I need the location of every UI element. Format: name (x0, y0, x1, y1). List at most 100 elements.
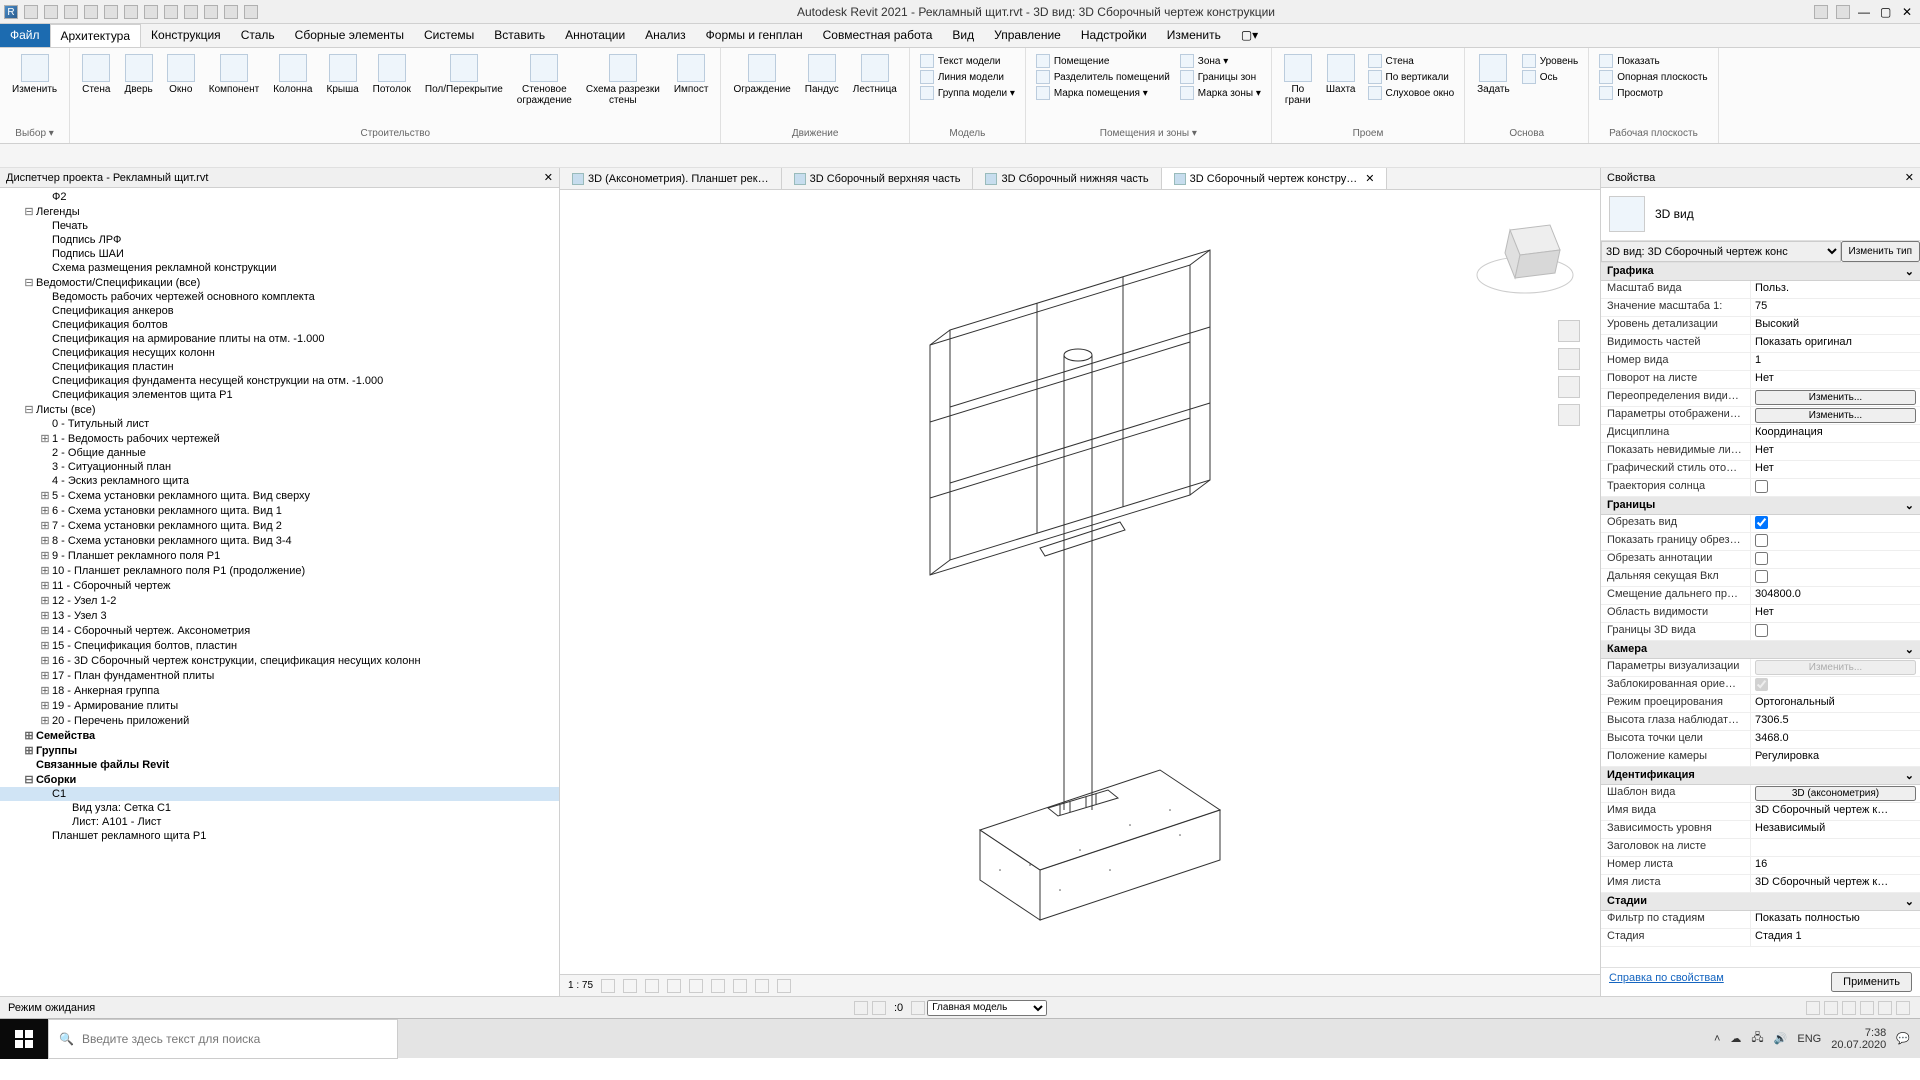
tree-item[interactable]: ⊞10 - Планшет рекламного поля Р1 (продол… (0, 563, 559, 578)
prop-edit-button[interactable]: Изменить... (1755, 390, 1916, 405)
tree-item[interactable]: ⊞14 - Сборочный чертеж. Аксонометрия (0, 623, 559, 638)
prop-edit-button[interactable]: 3D (аксонометрия) (1755, 786, 1916, 801)
nav-zoom-icon[interactable] (1558, 376, 1580, 398)
ribbon-cgrid-button[interactable]: Схема разрезкистены (580, 52, 666, 126)
tree-item[interactable]: Спецификация несущих колонн (0, 346, 559, 360)
ribbon-stair-button[interactable]: Лестница (847, 52, 903, 126)
tray-lang[interactable]: ENG (1797, 1033, 1821, 1045)
tab-architecture[interactable]: Архитектура (50, 24, 142, 47)
tray-network-icon[interactable]: 🖧 (1751, 1029, 1763, 1048)
ribbon-floor-button[interactable]: Пол/Перекрытие (419, 52, 509, 126)
prop-value[interactable]: 3468.0 (1755, 732, 1789, 744)
expand-icon[interactable]: ⊞ (40, 504, 50, 517)
expand-icon[interactable]: ⊞ (40, 699, 50, 712)
tree-item[interactable]: ⊞17 - План фундаментной плиты (0, 668, 559, 683)
view-scale[interactable]: 1 : 75 (568, 980, 593, 991)
status-ic7[interactable] (1860, 1001, 1874, 1015)
tree-item[interactable]: Планшет рекламного щита Р1 (0, 829, 559, 843)
tree-item[interactable]: ⊞11 - Сборочный чертеж (0, 578, 559, 593)
tree-item[interactable]: 3 - Ситуационный план (0, 460, 559, 474)
tree-item[interactable]: Ф2 (0, 190, 559, 204)
expand-icon[interactable]: ⊞ (40, 432, 50, 445)
ribbon-zbound-button[interactable]: Границы зон (1180, 70, 1261, 84)
tree-item[interactable]: Спецификация пластин (0, 360, 559, 374)
tree-item[interactable]: ⊞1 - Ведомость рабочих чертежей (0, 431, 559, 446)
reveal-icon[interactable] (755, 979, 769, 993)
ribbon-odorm-button[interactable]: Слуховое окно (1368, 86, 1455, 100)
tree-item[interactable]: ⊞7 - Схема установки рекламного щита. Ви… (0, 518, 559, 533)
expand-icon[interactable]: ⊟ (24, 276, 34, 289)
ribbon-door-button[interactable]: Дверь (118, 52, 158, 126)
qat-dim-icon[interactable] (204, 5, 218, 19)
tree-item[interactable]: Схема размещения рекламной конструкции (0, 261, 559, 275)
ribbon-owall-button[interactable]: Стена (1368, 54, 1455, 68)
expand-icon[interactable]: ⊞ (40, 534, 50, 547)
tree-item[interactable]: Подпись ШАИ (0, 247, 559, 261)
nav-orbit-icon[interactable] (1558, 404, 1580, 426)
ribbon-ramp-button[interactable]: Пандус (799, 52, 845, 126)
prop-checkbox[interactable] (1755, 570, 1768, 583)
prop-edit-button[interactable]: Изменить... (1755, 660, 1916, 675)
sun-icon[interactable] (645, 979, 659, 993)
prop-value[interactable]: Координация (1755, 426, 1823, 438)
expand-icon[interactable]: ⊞ (40, 639, 50, 652)
tree-item[interactable]: ⊟Ведомости/Спецификации (все) (0, 275, 559, 290)
prop-group-header[interactable]: Камера⌄ (1601, 641, 1920, 659)
ribbon-axis-button[interactable]: Ось (1522, 70, 1579, 84)
qat-save-icon[interactable] (44, 5, 58, 19)
prop-group-header[interactable]: Стадии⌄ (1601, 893, 1920, 911)
status-ic9[interactable] (1896, 1001, 1910, 1015)
expand-icon[interactable]: ⊞ (40, 489, 50, 502)
project-tree[interactable]: Ф2⊟ЛегендыПечатьПодпись ЛРФПодпись ШАИСх… (0, 188, 559, 996)
tree-item[interactable]: ⊞Группы (0, 743, 559, 758)
ribbon-shaft-button[interactable]: Шахта (1320, 52, 1362, 126)
ribbon-column-button[interactable]: Колонна (267, 52, 318, 126)
expand-icon[interactable]: ⊞ (40, 684, 50, 697)
tab-analyze[interactable]: Анализ (635, 24, 696, 47)
prop-group-header[interactable]: Идентификация⌄ (1601, 767, 1920, 785)
prop-value[interactable]: Ортогональный (1755, 696, 1835, 708)
expand-icon[interactable]: ⌄ (1905, 895, 1914, 908)
expand-icon[interactable]: ⊞ (40, 549, 50, 562)
ribbon-zone-button[interactable]: Зона ▾ (1180, 54, 1261, 68)
tab-extra-icon[interactable]: ▢▾ (1231, 24, 1268, 47)
tab-addins[interactable]: Надстройки (1071, 24, 1157, 47)
detail-icon[interactable] (601, 979, 615, 993)
prop-value[interactable]: Независимый (1755, 822, 1825, 834)
prop-value[interactable]: 1 (1755, 354, 1761, 366)
prop-value[interactable]: 3D Сборочный чертеж к… (1755, 804, 1888, 816)
props-icon[interactable] (777, 979, 791, 993)
tree-item[interactable]: Печать (0, 219, 559, 233)
nav-pan-icon[interactable] (1558, 348, 1580, 370)
tab-view[interactable]: Вид (942, 24, 984, 47)
prop-checkbox[interactable] (1755, 516, 1768, 529)
tree-item[interactable]: ⊟Легенды (0, 204, 559, 219)
tree-item[interactable]: Связанные файлы Revit (0, 758, 559, 772)
prop-value[interactable]: Нет (1755, 444, 1774, 456)
view-tab[interactable]: 3D Сборочный чертеж констру…✕ (1162, 168, 1388, 189)
ribbon-modify-button[interactable]: Изменить (6, 52, 63, 126)
drawing-canvas[interactable] (560, 190, 1600, 974)
prop-value[interactable]: 16 (1755, 858, 1767, 870)
prop-checkbox[interactable] (1755, 480, 1768, 493)
ribbon-show-button[interactable]: Показать (1599, 54, 1707, 68)
expand-icon[interactable]: ⊞ (24, 729, 34, 742)
expand-icon[interactable]: ⌄ (1905, 499, 1914, 512)
prop-value[interactable]: Польз. (1755, 282, 1789, 294)
tree-item[interactable]: ⊞19 - Армирование плиты (0, 698, 559, 713)
qat-measure-icon[interactable] (144, 5, 158, 19)
tree-item[interactable]: Спецификация фундамента несущей конструк… (0, 374, 559, 388)
qat-print-icon[interactable] (124, 5, 138, 19)
tab-modify[interactable]: Изменить (1157, 24, 1231, 47)
prop-value[interactable]: Нет (1755, 606, 1774, 618)
type-selector[interactable]: 3D вид: 3D Сборочный чертеж конс (1601, 241, 1841, 262)
expand-icon[interactable]: ⊞ (40, 714, 50, 727)
tree-item[interactable]: ⊞5 - Схема установки рекламного щита. Ви… (0, 488, 559, 503)
tree-item[interactable]: ⊞6 - Схема установки рекламного щита. Ви… (0, 503, 559, 518)
expand-icon[interactable]: ⊞ (40, 519, 50, 532)
prop-value[interactable]: 7306.5 (1755, 714, 1789, 726)
expand-icon[interactable]: ⊞ (40, 594, 50, 607)
tray-volume-icon[interactable]: 🔊 (1774, 1032, 1788, 1045)
render-icon[interactable] (689, 979, 703, 993)
ribbon-rtag-button[interactable]: Марка помещения ▾ (1036, 86, 1170, 100)
